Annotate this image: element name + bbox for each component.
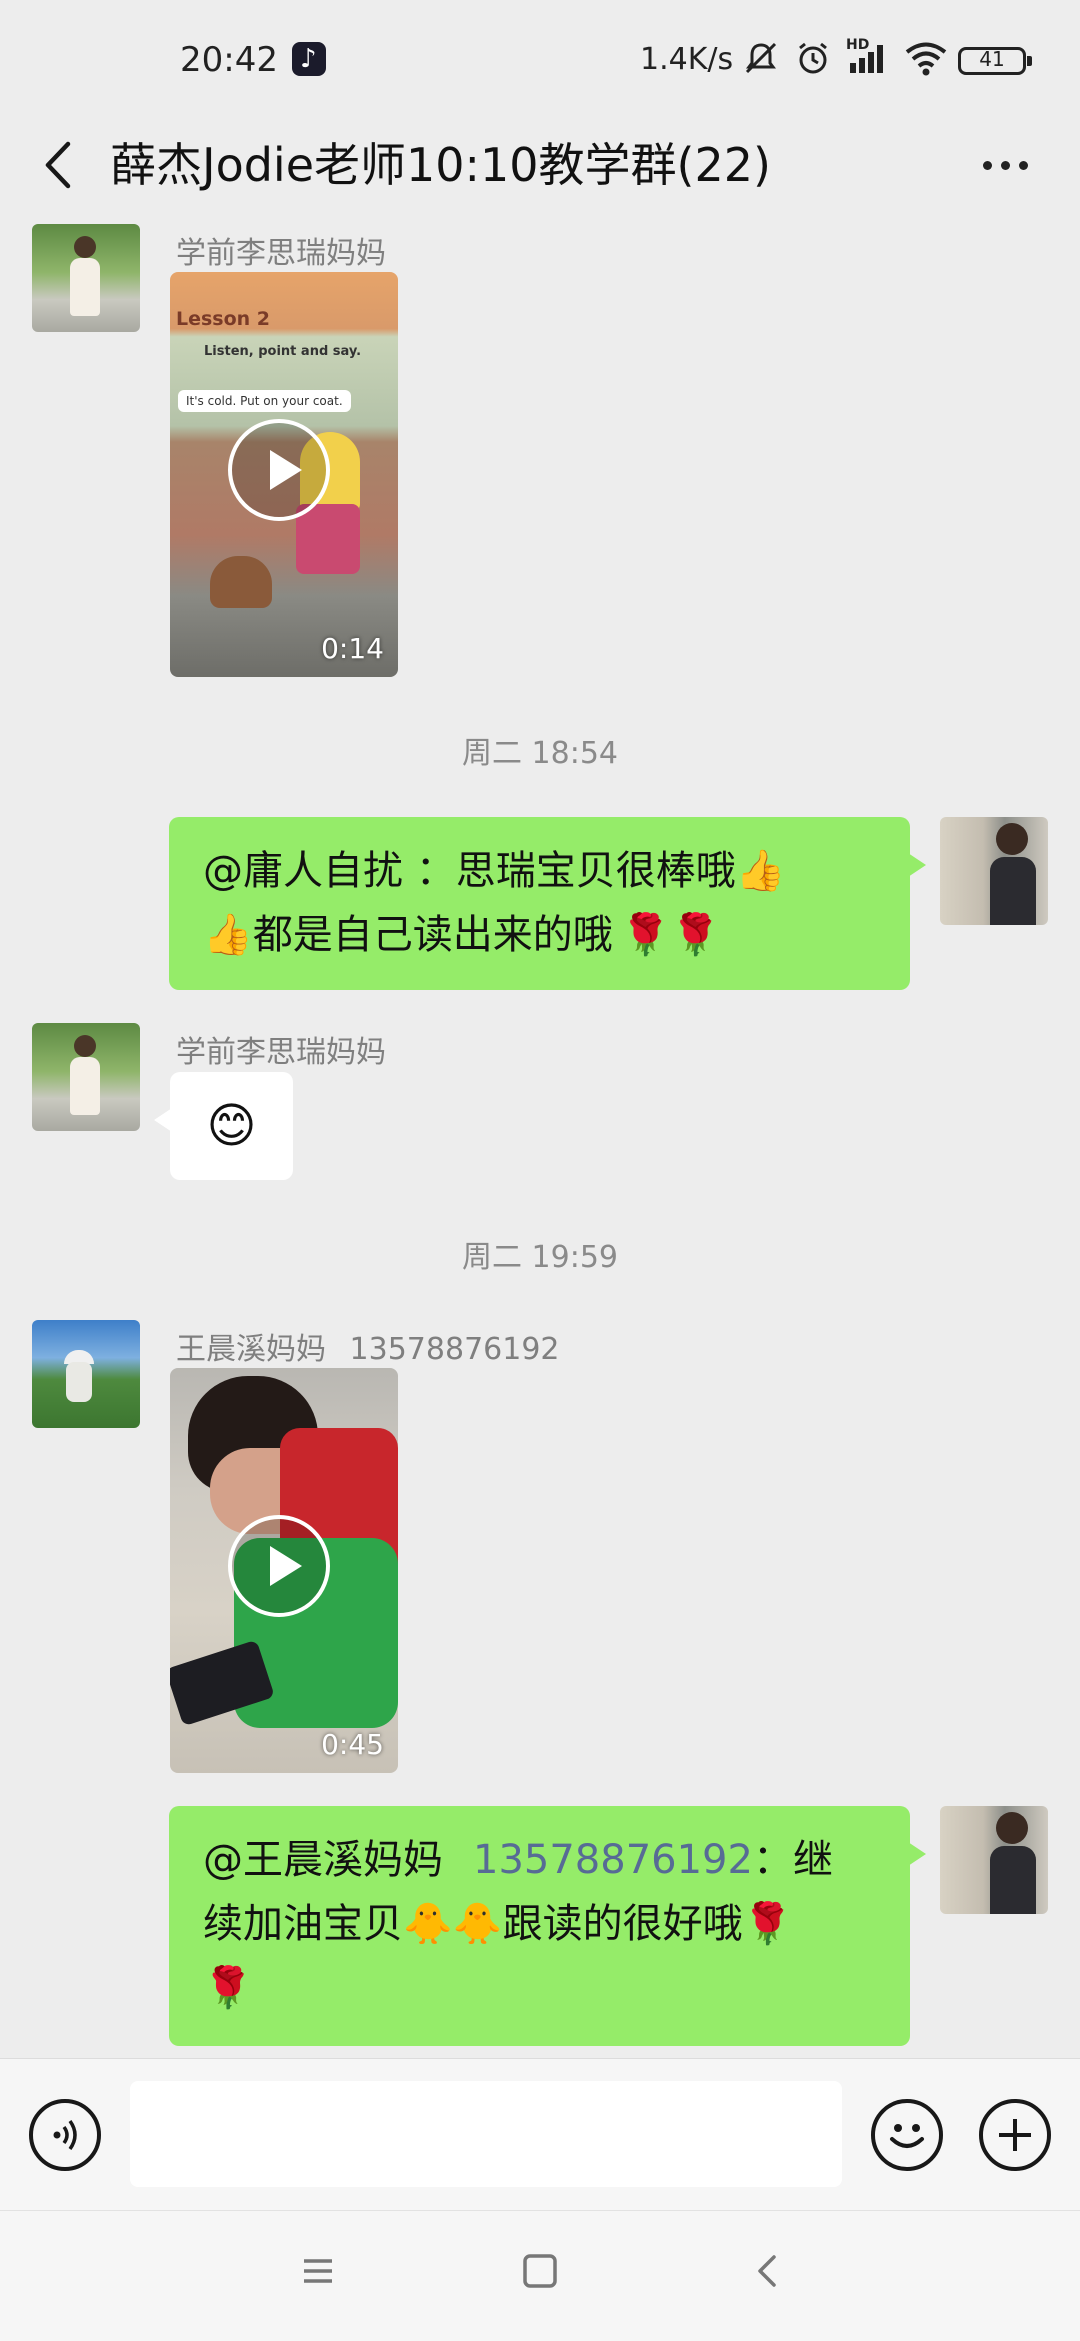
avatar-figure — [996, 1812, 1028, 1844]
dot-icon — [982, 160, 992, 170]
chick-icon: 🐥🐥 — [403, 1901, 503, 1947]
tiktok-icon — [292, 42, 326, 76]
my-avatar[interactable] — [940, 1806, 1048, 1914]
video-figure — [210, 556, 272, 608]
message-text: @庸人自扰 ：思瑞宝贝很棒哦 — [203, 848, 736, 894]
home-icon — [523, 2254, 557, 2288]
video-duration: 0:45 — [321, 1728, 384, 1761]
status-time: 20:42 — [180, 40, 278, 80]
video-message[interactable]: Lesson 2 Listen, point and say. It's col… — [170, 272, 398, 677]
message-text: 跟读的很好哦 — [502, 1901, 743, 1947]
message-bubble[interactable]: @王晨溪妈妈 13578876192：继 续加油宝贝🐥🐥跟读的很好哦🌹 🌹 — [169, 1806, 926, 2046]
video-figure — [296, 504, 360, 574]
sender-avatar[interactable] — [32, 1023, 140, 1131]
time-divider: 周二 18:54 — [462, 736, 618, 771]
voice-button[interactable] — [29, 2099, 101, 2171]
status-icons: HD — [742, 37, 948, 78]
voice-icon — [53, 2119, 77, 2151]
my-avatar[interactable] — [940, 817, 1048, 925]
message-input[interactable] — [130, 2081, 842, 2187]
message-text: 都是自己读出来的哦 — [252, 912, 613, 958]
video-subtitle: Listen, point and say. — [204, 344, 362, 359]
back-icon — [758, 2255, 776, 2287]
message-text: ：继 — [752, 1837, 833, 1883]
video-speech: It's cold. Put on your coat. — [178, 390, 351, 412]
message-line: @庸人自扰 ：思瑞宝贝很棒哦👍 — [203, 839, 880, 903]
mention-phone: 13578876192 — [473, 1837, 753, 1883]
input-bar — [0, 2058, 1080, 2211]
message-line: 续加油宝贝🐥🐥跟读的很好哦🌹 — [203, 1892, 880, 1956]
avatar-figure — [74, 1035, 96, 1057]
nav-back-button[interactable] — [740, 2243, 796, 2299]
home-button[interactable] — [512, 2243, 568, 2299]
network-speed: 1.4K/s — [640, 42, 734, 77]
chat-title: 薛杰Jodie老师10:10教学群(22) — [110, 138, 771, 192]
alarm-icon — [799, 42, 827, 74]
plus-icon — [999, 2119, 1031, 2151]
message-text: 续加油宝贝 — [203, 1901, 403, 1947]
video-caption: Lesson 2 — [176, 308, 271, 330]
signal-icon: HD — [846, 37, 890, 77]
sender-avatar[interactable] — [32, 1320, 140, 1428]
more-options-button[interactable] — [960, 130, 1050, 200]
chevron-left-icon — [45, 141, 71, 189]
more-functions-button[interactable] — [979, 2099, 1051, 2171]
sender-avatar[interactable] — [32, 224, 140, 332]
avatar-figure — [70, 258, 100, 316]
wifi-icon — [905, 42, 947, 76]
emoji-button[interactable] — [871, 2099, 943, 2171]
battery-level: 41 — [979, 47, 1005, 71]
dot-icon — [1018, 160, 1028, 170]
status-bar: 20:42 1.4K/s HD — [0, 0, 1080, 125]
system-nav-bar — [0, 2210, 1080, 2341]
sender-name: 王晨溪妈妈 13578876192 — [176, 1324, 560, 1368]
thumbs-up-icon: 👍 — [203, 912, 253, 958]
sender-name-text: 王晨溪妈妈 — [176, 1332, 326, 1367]
sender-name: 学前李思瑞妈妈 — [176, 1035, 386, 1070]
menu-icon — [304, 2259, 332, 2283]
avatar-figure — [70, 1057, 100, 1115]
message-line: 👍都是自己读出来的哦 🌹🌹 — [203, 903, 880, 967]
rose-icon: 🌹 — [742, 1901, 793, 1947]
message-line: 🌹 — [203, 1956, 880, 2020]
dot-icon — [1000, 160, 1010, 170]
message-line: @王晨溪妈妈 13578876192：继 — [203, 1828, 880, 1892]
rose-icon: 🌹 — [203, 1965, 253, 2011]
message-bubble[interactable]: 😊 — [154, 1072, 293, 1180]
avatar-figure — [990, 1846, 1036, 1914]
play-icon[interactable] — [228, 419, 330, 521]
smile-emoji-icon: 😊 — [206, 1098, 257, 1154]
avatar-figure — [990, 857, 1036, 925]
sender-phone: 13578876192 — [349, 1332, 560, 1367]
menu-button[interactable] — [290, 2243, 346, 2299]
mention-name: @王晨溪妈妈 — [203, 1837, 443, 1883]
mute-icon — [745, 42, 777, 74]
play-icon[interactable] — [228, 1515, 330, 1617]
video-duration: 0:14 — [321, 632, 384, 665]
avatar-figure — [66, 1362, 92, 1402]
avatar-figure — [996, 823, 1028, 855]
back-button[interactable] — [30, 130, 100, 200]
message-bubble[interactable]: @庸人自扰 ：思瑞宝贝很棒哦👍 👍都是自己读出来的哦 🌹🌹 — [169, 817, 926, 990]
avatar-figure — [74, 236, 96, 258]
battery-icon: 41 — [958, 47, 1032, 75]
chat-header: 薛杰Jodie老师10:10教学群(22) — [0, 110, 1080, 225]
video-message[interactable]: 0:45 — [170, 1368, 398, 1773]
rose-icon: 🌹🌹 — [620, 912, 721, 958]
thumbs-up-icon: 👍 — [735, 848, 786, 894]
emoji-icon — [890, 2124, 924, 2148]
sender-name: 学前李思瑞妈妈 — [176, 236, 386, 271]
time-divider: 周二 19:59 — [462, 1240, 618, 1275]
